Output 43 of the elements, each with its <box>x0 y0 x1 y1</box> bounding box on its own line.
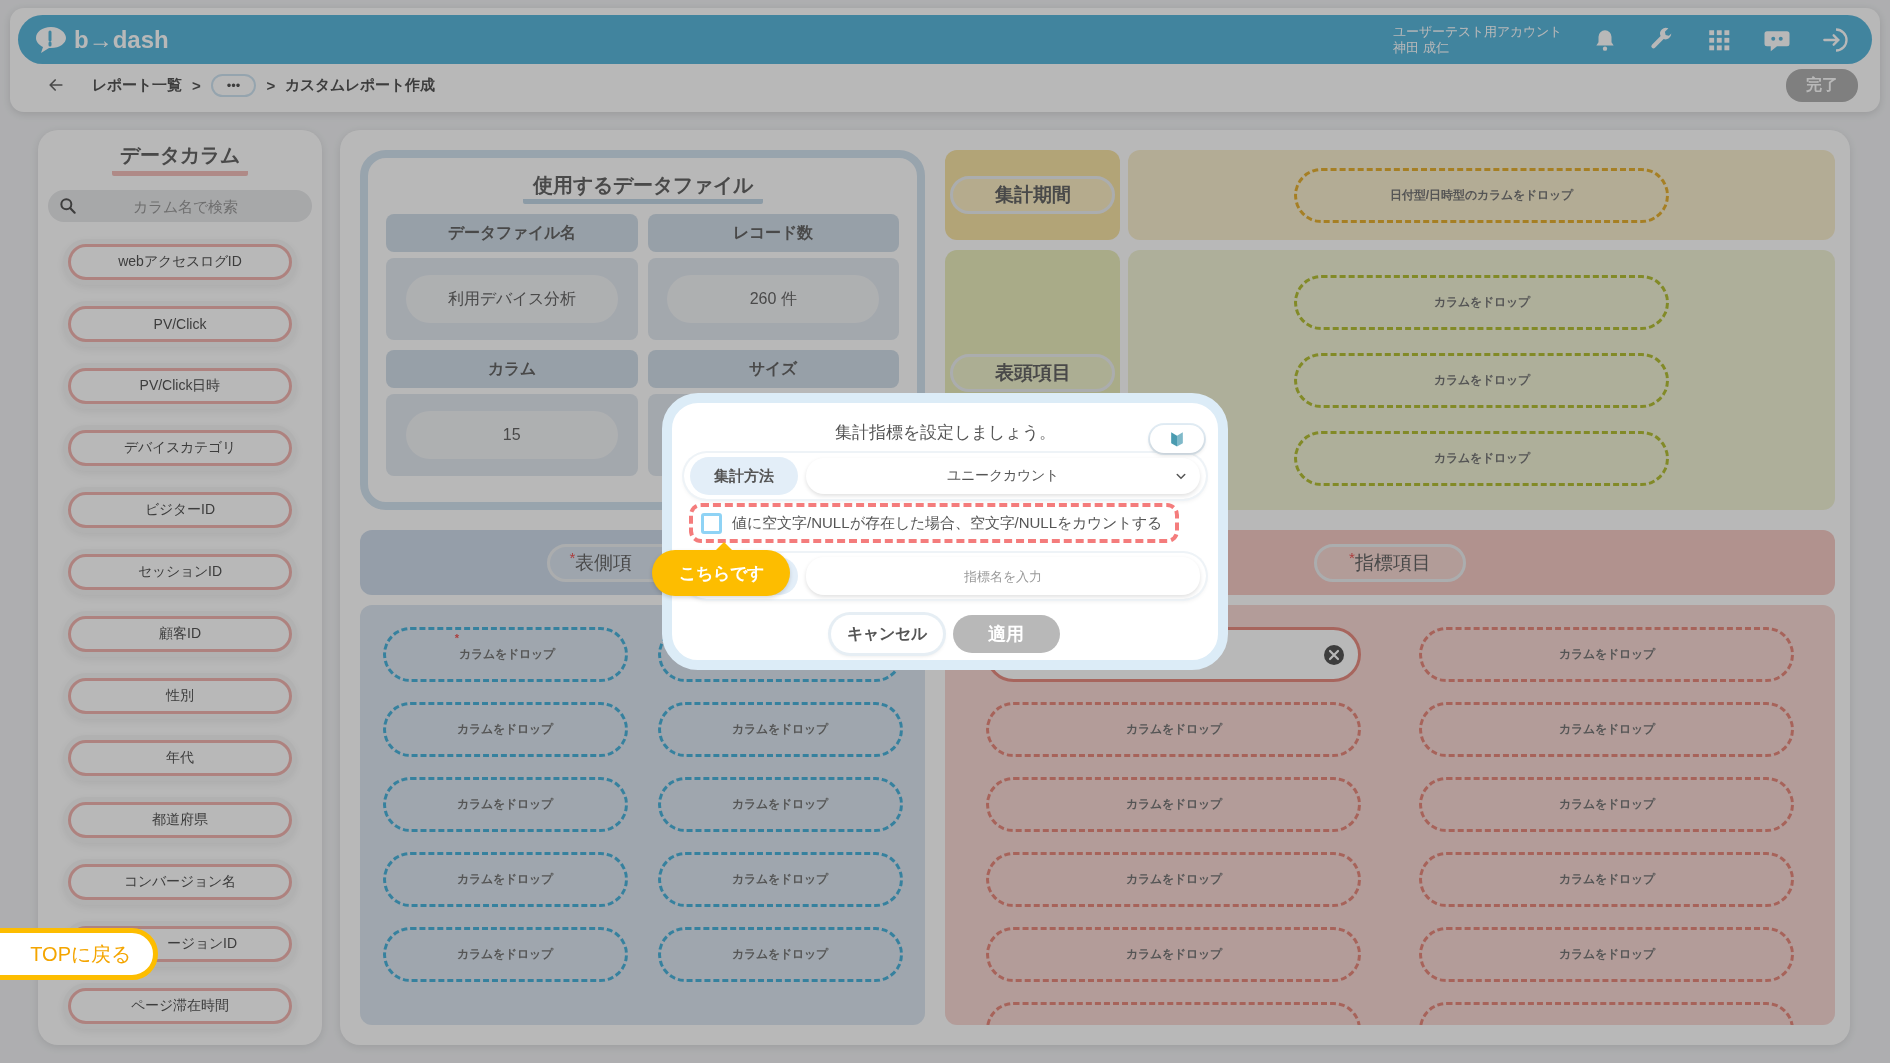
drop-zone: カラムをドロップ <box>1419 702 1794 757</box>
drop-zone: 日付型/日時型のカラムをドロップ <box>1294 167 1669 223</box>
info-header: カラム <box>386 350 638 388</box>
tooltip: こちらです <box>652 550 790 596</box>
drop-zone: カラムをドロップ <box>382 927 628 982</box>
drop-zone: カラムをドロップ <box>657 777 903 832</box>
drop-zone: カラムをドロップ <box>986 702 1361 757</box>
drop-zone: カラムをドロップ <box>1419 852 1794 907</box>
info-header: レコード数 <box>647 214 899 252</box>
drop-zone: カラムをドロップ <box>657 702 903 757</box>
drop-zone: カラムをドロップ <box>657 852 903 907</box>
section-label: 集計期間 <box>950 176 1115 214</box>
drop-zone: カラムをドロップ <box>382 852 628 907</box>
field-label: 集計方法 <box>690 457 798 495</box>
dialog-title: 集計指標を設定しましょう。 <box>834 421 1056 444</box>
drop-zone: カラムをドロップ <box>1419 627 1794 682</box>
section-label: 表頭項目 <box>950 354 1115 392</box>
info-header: サイズ <box>647 350 899 388</box>
drop-zone: カラムをドロップ <box>1294 430 1669 486</box>
drop-zone: カラムをドロップ <box>1419 777 1794 832</box>
sidebar-title: データカラム <box>112 142 248 176</box>
breadcrumb-separator: > <box>266 76 276 94</box>
info-header: データファイル名 <box>386 214 638 252</box>
info-value: 利用デバイス分析 <box>405 275 618 323</box>
info-value: 15 <box>405 411 618 459</box>
breadcrumb-separator: > <box>192 76 201 94</box>
drop-zone: カラムをドロップ <box>1419 927 1794 982</box>
drop-zone: カラムをドロップ <box>382 702 628 757</box>
checkbox-label: 値に空文字/NULLが存在した場合、空文字/NULLをカウントする <box>732 513 1163 533</box>
user-name: 神田 成仁 <box>1393 39 1450 56</box>
required-mark: * <box>454 632 460 644</box>
drop-zone: カラムをドロップ <box>1294 352 1669 408</box>
account-name: ユーザーテスト用アカウント <box>1393 23 1562 40</box>
drop-zone: カラムをドロップ <box>986 852 1361 907</box>
breadcrumb-current: カスタムレポート作成 <box>285 75 436 95</box>
panel-title: 使用するデータファイル <box>522 172 763 204</box>
drop-zone: カラムをドロップ <box>382 777 628 832</box>
info-value: 260 件 <box>667 275 880 323</box>
drop-zone: カラムをドロップ <box>986 927 1361 982</box>
drop-zone: カラムをドロップ <box>657 927 903 982</box>
drop-zone: * カラムをドロップ <box>382 627 628 682</box>
drop-zone: カラムをドロップ <box>986 777 1361 832</box>
drop-zone: カラムをドロップ <box>1294 274 1669 330</box>
